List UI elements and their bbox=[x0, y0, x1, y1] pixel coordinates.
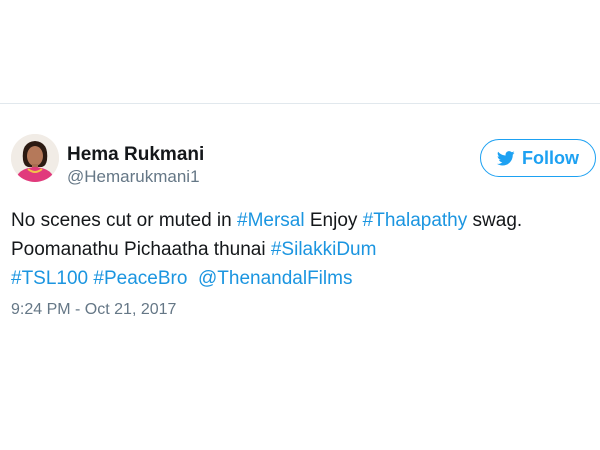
follow-button[interactable]: Follow bbox=[480, 139, 596, 177]
follow-label: Follow bbox=[522, 147, 579, 168]
tweet-timestamp[interactable]: 9:24 PM - Oct 21, 2017 bbox=[11, 301, 176, 319]
author-handle[interactable]: @Hemarukmani1 bbox=[67, 167, 200, 187]
text-segment: swag. bbox=[467, 210, 523, 231]
hashtag-silakkidum[interactable]: #SilakkiDum bbox=[271, 239, 377, 260]
hashtag-tsl100[interactable]: #TSL100 bbox=[11, 268, 88, 289]
avatar-image bbox=[11, 134, 59, 182]
tweet-text-line-3: #TSL100 #PeaceBro @ThenandalFilms bbox=[11, 264, 596, 293]
author-name[interactable]: Hema Rukmani bbox=[67, 144, 204, 166]
hashtag-mersal[interactable]: #Mersal bbox=[237, 210, 305, 231]
text-segment: No scenes cut or muted in bbox=[11, 210, 237, 231]
tweet-text-line-1: No scenes cut or muted in #Mersal Enjoy … bbox=[11, 206, 596, 235]
text-segment: Enjoy bbox=[304, 210, 363, 231]
tweet-text-line-2: Poomanathu Pichaatha thunai #SilakkiDum bbox=[11, 235, 596, 264]
avatar[interactable] bbox=[11, 134, 59, 182]
tweet-text: No scenes cut or muted in #Mersal Enjoy … bbox=[11, 206, 596, 293]
twitter-bird-icon bbox=[497, 150, 515, 166]
tweet-card: Hema Rukmani @Hemarukmani1 Follow No sce… bbox=[0, 104, 600, 450]
mention-thenandalfilms[interactable]: @ThenandalFilms bbox=[198, 268, 352, 289]
text-segment: Poomanathu Pichaatha thunai bbox=[11, 239, 271, 260]
hashtag-peacebro[interactable]: #PeaceBro bbox=[93, 268, 187, 289]
hashtag-thalapathy[interactable]: #Thalapathy bbox=[363, 210, 468, 231]
